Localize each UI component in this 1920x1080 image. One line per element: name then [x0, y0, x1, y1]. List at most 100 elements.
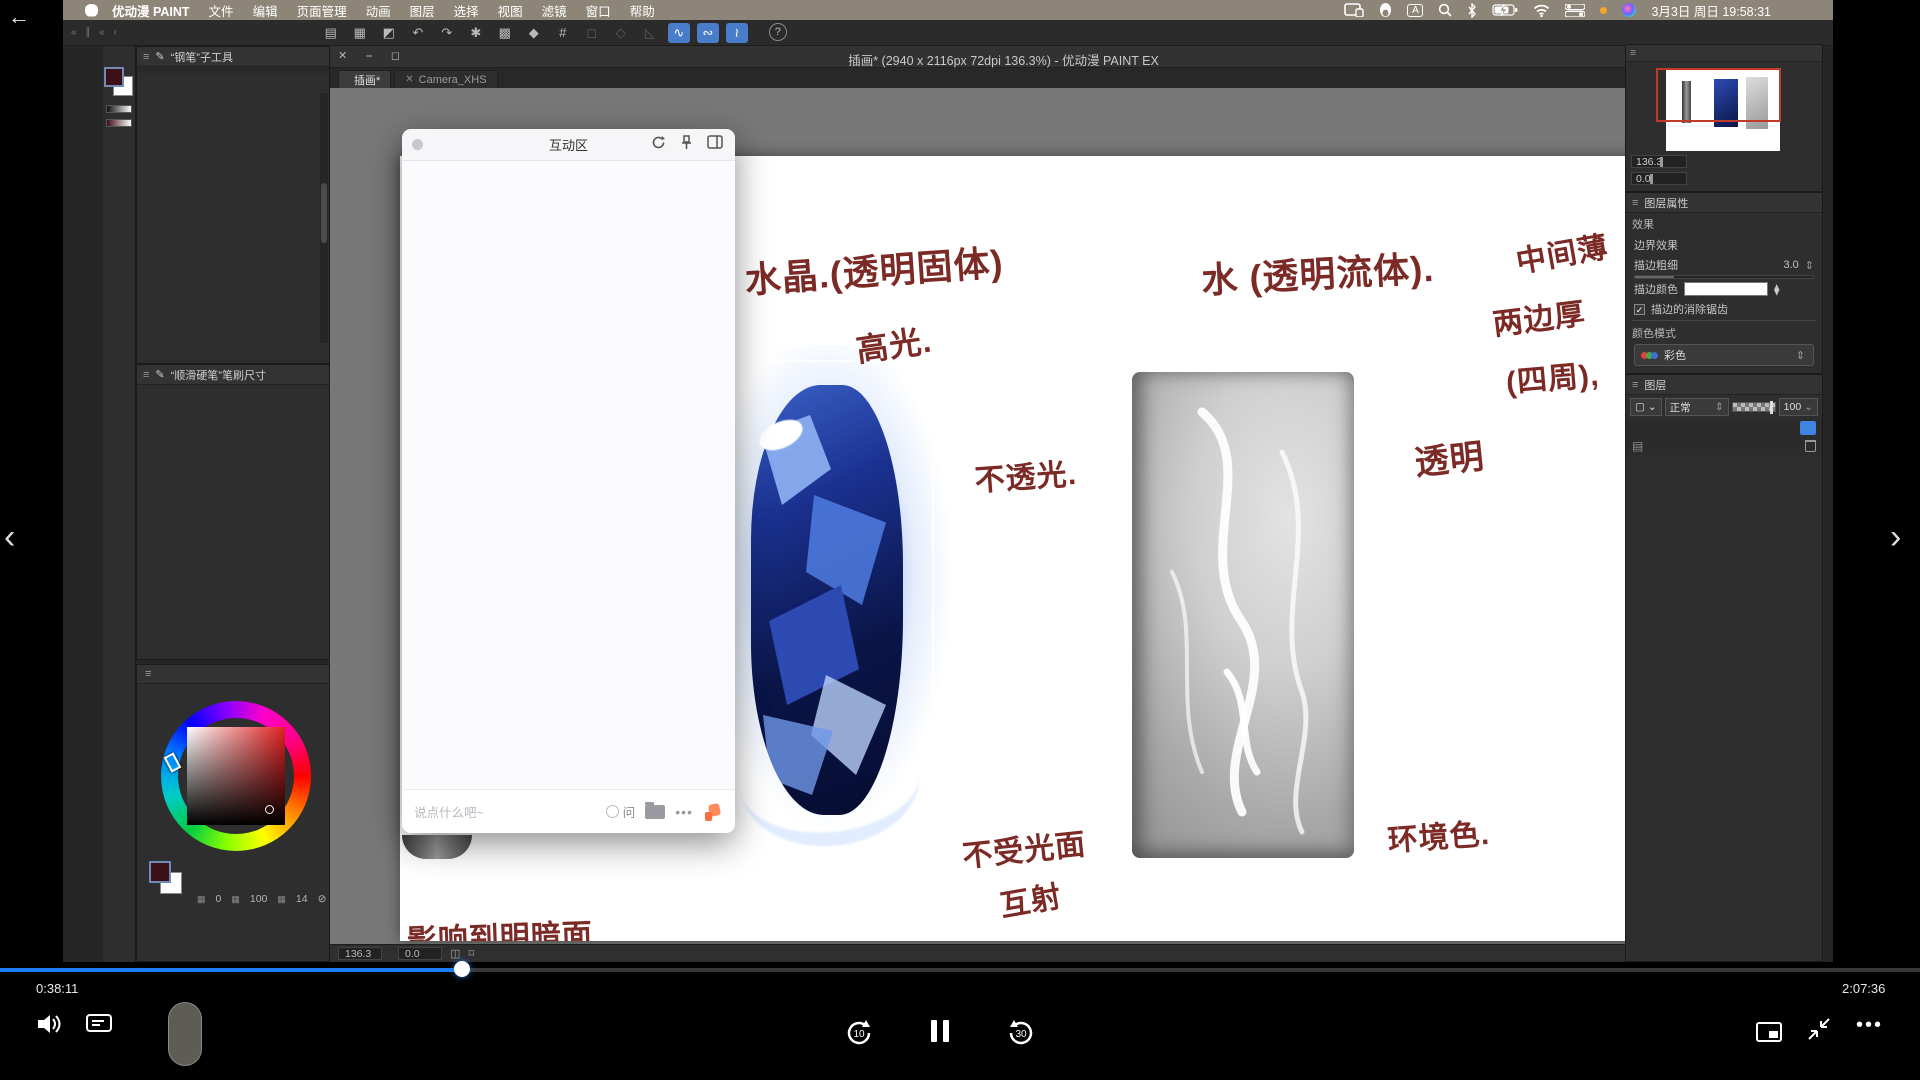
sv-selector[interactable] [265, 805, 274, 814]
subtool-scrollbar[interactable] [320, 93, 328, 343]
back-button[interactable]: ← [8, 4, 30, 30]
panel-menu-icon[interactable]: ≡ [1630, 47, 1636, 59]
timeline-icon[interactable]: ▤ [1632, 439, 1643, 453]
screen-mirroring-icon[interactable] [1344, 3, 1364, 17]
menubar-item[interactable]: 页面管理 [297, 1, 347, 20]
menubar-item[interactable]: 图层 [410, 1, 435, 20]
selection-pen-2-icon[interactable]: ∾ [697, 23, 719, 43]
bucket-icon[interactable]: ⧫ [1774, 283, 1779, 296]
no-color-icon[interactable]: ⊘ [318, 893, 327, 905]
video-progress-thumb[interactable] [454, 961, 470, 977]
color-mode-select[interactable]: 彩色 ⇕ [1634, 344, 1814, 366]
current-time: 0:38:11 [36, 981, 78, 996]
undo-icon[interactable]: ↶ [407, 23, 429, 43]
gradient-swatch[interactable] [106, 119, 132, 127]
navigator-zoom-value[interactable]: 136.3 [1631, 155, 1687, 168]
menubar-item[interactable]: 窗口 [586, 1, 611, 20]
panel-menu-icon[interactable]: ≡ [143, 51, 149, 63]
foreground-color-swatch[interactable] [149, 861, 171, 883]
menubar-item[interactable]: 动画 [366, 1, 391, 20]
bluetooth-icon[interactable] [1467, 3, 1477, 18]
pause-button[interactable] [928, 1020, 952, 1047]
menubar-item[interactable]: 文件 [209, 1, 234, 20]
qq-status-icon[interactable] [1379, 3, 1392, 18]
danmaku-toggle-icon[interactable] [86, 1012, 112, 1041]
help-icon[interactable]: ? [769, 23, 787, 41]
panel-menu-icon[interactable]: ≡ [145, 668, 151, 680]
panel-menu-icon[interactable]: ≡ [1632, 379, 1638, 391]
menubar-item[interactable]: 编辑 [253, 1, 278, 20]
rotation-value[interactable]: 0.0 [398, 947, 442, 960]
navigator-viewport-rect[interactable] [1656, 68, 1781, 122]
redo-icon[interactable]: ↷ [436, 23, 458, 43]
chat-more-icon[interactable]: ••• [675, 804, 693, 820]
save-icon[interactable]: ◩ [378, 23, 400, 43]
menubar-item[interactable]: 滤镜 [542, 1, 567, 20]
clear-icon[interactable]: ✱ [465, 23, 487, 43]
pip-icon[interactable] [1756, 1022, 1782, 1047]
video-frame[interactable]: 优动漫 PAINT文件编辑页面管理动画图层选择视图滤镜窗口帮助 A 3月3日 周… [63, 0, 1833, 962]
zoom-value[interactable]: 136.3 [338, 947, 382, 960]
select-poly-icon[interactable]: ◺ [639, 23, 661, 43]
handwritten-annotation: 互射 [996, 871, 1065, 925]
apple-menu-icon[interactable] [85, 4, 98, 17]
chat-header[interactable]: 互动区 [402, 129, 735, 161]
spotlight-icon[interactable] [1438, 3, 1452, 17]
select-lasso-icon[interactable]: ◇ [610, 23, 632, 43]
gradient-swatch[interactable] [106, 105, 132, 113]
selection-erase-icon[interactable]: ≀ [726, 23, 748, 43]
volume-icon[interactable] [36, 1012, 64, 1041]
document-tab[interactable]: ✕Camera_XHS [394, 70, 497, 88]
forward-30-button[interactable]: 30 [1004, 1016, 1038, 1050]
menubar-item[interactable]: 选择 [454, 1, 479, 20]
layer-thumb-select[interactable]: ▢ ⌄ [1630, 398, 1662, 416]
stroke-width-slider[interactable] [1634, 275, 1814, 279]
rewind-10-button[interactable]: 10 [842, 1016, 876, 1050]
select-rect-icon[interactable]: ◻ [581, 23, 603, 43]
prev-page-arrow[interactable]: ‹ [4, 518, 15, 557]
antialias-checkbox[interactable]: ✓ [1634, 304, 1645, 315]
document-tab[interactable]: 插画* [338, 70, 391, 88]
snap-icon[interactable]: ◆ [523, 23, 545, 43]
siri-icon[interactable] [1622, 3, 1636, 17]
color-swatches[interactable] [104, 67, 134, 99]
statusbar-fit-icon[interactable]: ◫ [450, 947, 460, 960]
layers-tab[interactable]: 图层 [1644, 377, 1666, 393]
like-icon[interactable] [703, 802, 723, 822]
grid-icon[interactable]: # [552, 23, 574, 43]
new-doc-icon[interactable]: ▤ [320, 23, 342, 43]
folder-icon[interactable] [645, 805, 665, 819]
navigator-rotation-value[interactable]: 0.0 [1631, 172, 1687, 185]
menubar-item[interactable]: 帮助 [630, 1, 655, 20]
wifi-icon[interactable] [1533, 4, 1550, 17]
tab-close-icon[interactable]: ✕ [405, 74, 413, 85]
ask-toggle[interactable]: 问 [606, 802, 636, 821]
statusbar-expand-icon[interactable]: ⌑ [468, 947, 474, 960]
open-file-icon[interactable]: ▦ [349, 23, 371, 43]
palette-collapse-arrows[interactable]: « ∥ « ‹ [71, 27, 120, 38]
cylinder-painting-fragment [402, 835, 472, 859]
panel-menu-icon[interactable]: ≡ [1632, 197, 1638, 209]
menubar-item[interactable]: 优动漫 PAINT [112, 1, 190, 20]
opacity-slider[interactable] [1732, 402, 1776, 412]
foreground-color-swatch[interactable] [104, 67, 124, 87]
stroke-color-swatch[interactable] [1684, 282, 1768, 296]
exit-fullscreen-icon[interactable] [1806, 1016, 1832, 1047]
selection-pen-icon[interactable]: ∿ [668, 23, 690, 43]
stroke-width-value[interactable]: 3.0 [1783, 259, 1798, 271]
panel-menu-icon[interactable]: ≡ [143, 369, 149, 381]
chat-input-bar[interactable]: 说点什么吧~ 问 ••• [402, 789, 735, 833]
next-page-arrow[interactable]: › [1890, 518, 1901, 557]
opacity-value[interactable]: 100 ⌄ [1779, 398, 1818, 416]
layer-property-tab[interactable]: 图层属性 [1644, 195, 1688, 211]
more-options-icon[interactable]: ••• [1856, 1014, 1883, 1037]
blend-mode-select[interactable]: 正常⇕ [1665, 398, 1729, 416]
fill-icon[interactable]: ▩ [494, 23, 516, 43]
chat-window[interactable]: 互动区 说点什么吧~ 问 ••• [402, 129, 735, 833]
control-center-icon[interactable] [1565, 4, 1585, 17]
select-layer-color-icon[interactable] [1800, 421, 1816, 435]
chat-input[interactable]: 说点什么吧~ [414, 802, 596, 821]
delete-layer-icon[interactable] [1805, 440, 1816, 452]
input-source-icon[interactable]: A [1407, 4, 1423, 17]
menubar-item[interactable]: 视图 [498, 1, 523, 20]
